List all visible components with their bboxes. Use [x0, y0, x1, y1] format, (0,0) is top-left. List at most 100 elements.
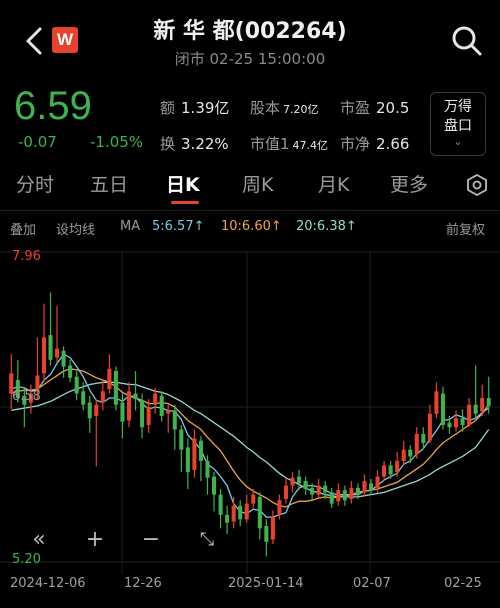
rewind-icon[interactable]: «	[24, 525, 54, 555]
overlay-button[interactable]: 叠加	[10, 219, 36, 238]
fullscreen-icon[interactable]: ⤡	[192, 525, 222, 555]
candle-body	[349, 487, 354, 500]
candle	[113, 366, 118, 411]
candle	[94, 399, 99, 467]
candle	[336, 483, 341, 506]
candle	[427, 404, 432, 443]
date-label: 2024-12-06	[10, 576, 86, 591]
candle	[244, 494, 249, 523]
candle-body	[257, 496, 262, 529]
top-bar: W 新 华 都(002264) 闭市 02-25 15:00:00	[0, 0, 500, 82]
settings-icon[interactable]	[466, 174, 488, 196]
tab-intraday[interactable]: 分时	[16, 170, 54, 197]
candle	[205, 455, 210, 495]
candle	[414, 427, 419, 459]
candle-body	[133, 393, 138, 400]
tab-monthly-k[interactable]: 月K	[318, 170, 349, 197]
candle	[126, 382, 132, 428]
candle	[342, 485, 347, 506]
candle-body	[467, 404, 472, 425]
candle-body	[211, 476, 217, 495]
stat-market-cap: 市值1 47.4亿	[250, 135, 329, 153]
candle	[185, 438, 190, 489]
candle	[179, 424, 184, 473]
candle-body	[153, 393, 158, 405]
candle-body	[421, 433, 426, 443]
candle-body	[218, 494, 223, 515]
candle	[290, 472, 295, 493]
ma20-value: 20:6.38↑	[296, 219, 357, 234]
candle-body	[375, 476, 380, 488]
order-book-button[interactable]: 万得 盘口 ⌄	[430, 92, 486, 156]
period-tabs: 分时 五日 日K 周K 月K 更多	[0, 170, 500, 206]
candle-body	[55, 348, 60, 358]
stat-turnover: 换 3.22%	[160, 135, 229, 153]
adjust-mode-button[interactable]: 前复权	[446, 219, 485, 238]
candle	[211, 472, 217, 512]
tab-weekly-k[interactable]: 周K	[242, 170, 273, 197]
candle	[434, 382, 439, 419]
candle	[453, 410, 459, 432]
candle-body	[368, 483, 374, 491]
stat-shares: 股本 7.20亿	[250, 99, 319, 117]
candle	[362, 474, 367, 497]
candle-body	[81, 391, 86, 405]
candle	[486, 376, 491, 414]
ma-label: MA	[120, 219, 141, 234]
candle-body	[270, 517, 275, 540]
order-book-line1: 万得	[444, 99, 472, 115]
candle-body	[179, 429, 184, 450]
candle-body	[434, 391, 439, 414]
stat-pe: 市盈 20.5	[340, 99, 410, 117]
candle	[401, 440, 406, 466]
candle-body	[297, 476, 302, 484]
zoom-out-icon[interactable]: −	[136, 525, 166, 555]
date-label: 2025-01-14	[228, 576, 304, 591]
candle-body	[251, 494, 256, 504]
candle	[218, 488, 223, 529]
candle-body	[120, 402, 125, 422]
divider	[0, 210, 500, 211]
candle	[55, 305, 60, 363]
candle-body	[408, 449, 413, 457]
candle-body	[329, 492, 334, 504]
order-book-line2: 盘口	[444, 118, 472, 134]
candle	[74, 371, 79, 401]
candle-body	[94, 404, 99, 416]
candle-body	[113, 371, 118, 405]
candle	[41, 303, 47, 383]
candle	[382, 460, 387, 482]
stock-title: 新 华 都(002264)	[153, 19, 347, 44]
candlestick-chart[interactable]	[0, 244, 500, 574]
candle-body	[61, 350, 66, 367]
candle	[172, 404, 177, 450]
candle	[480, 384, 485, 416]
zoom-in-icon[interactable]: +	[80, 525, 110, 555]
candle-body	[480, 398, 485, 412]
candle-body	[440, 393, 445, 425]
tab-more[interactable]: 更多	[390, 170, 428, 197]
price-mid-label: 6.58	[12, 389, 41, 404]
candle-body	[185, 447, 190, 473]
candle	[225, 505, 230, 534]
tab-five-day[interactable]: 五日	[90, 170, 128, 197]
candle-body	[146, 407, 151, 425]
set-ma-button[interactable]: 设均线	[56, 219, 95, 238]
candle	[303, 476, 308, 495]
candle	[192, 429, 197, 478]
candle-body	[244, 503, 249, 520]
candle	[140, 393, 145, 439]
candle-body	[473, 404, 478, 414]
candle-body	[401, 449, 406, 461]
candle-body	[126, 391, 132, 421]
stat-pb: 市净 2.66	[340, 135, 410, 153]
search-icon[interactable]	[450, 24, 484, 58]
market-status: 闭市 02-25 15:00:00	[174, 50, 326, 68]
candle-body	[140, 400, 145, 428]
tab-daily-k[interactable]: 日K	[166, 170, 200, 197]
candle	[316, 478, 321, 500]
candle-body	[68, 365, 73, 378]
candle	[349, 481, 354, 504]
candle-body	[198, 440, 203, 461]
candle-body	[453, 418, 459, 428]
